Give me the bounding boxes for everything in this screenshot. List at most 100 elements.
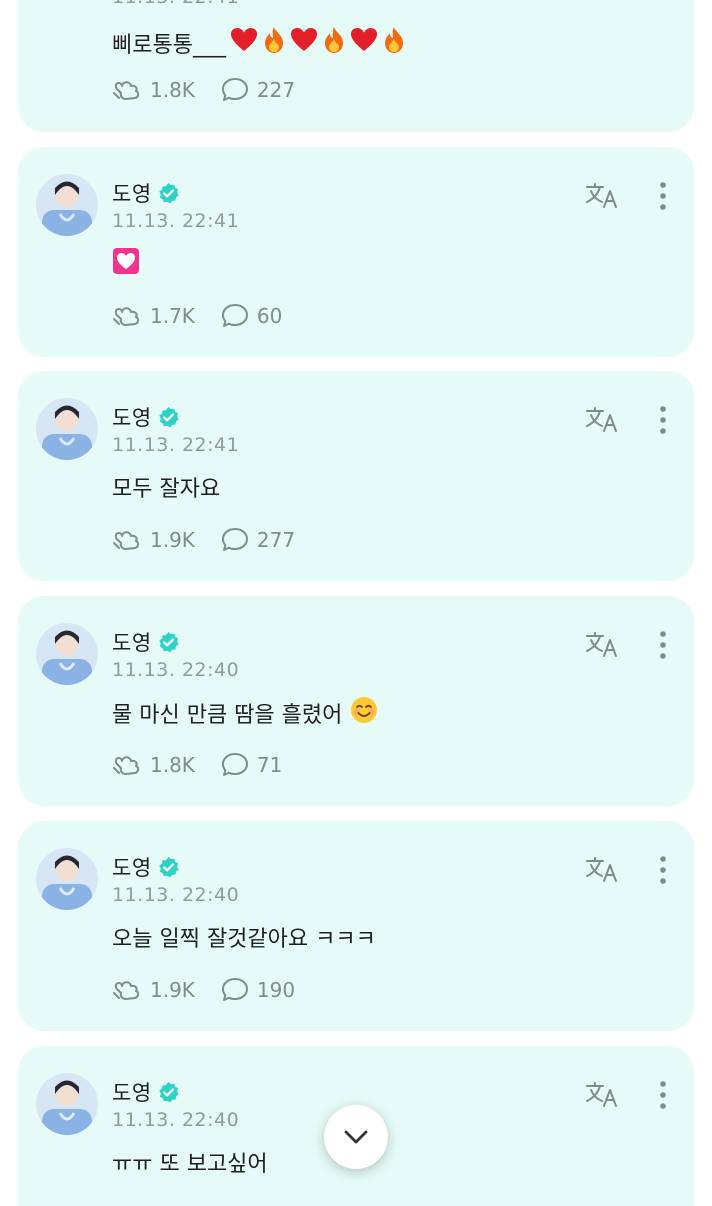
post-text: 물 마신 만큼 땀을 흘렸어: [112, 696, 378, 730]
post-text-content: 모두 잘자요: [112, 477, 221, 502]
comment-bubble-icon: [221, 978, 248, 1001]
fire-emoji: [322, 26, 346, 60]
avatar[interactable]: [36, 623, 98, 685]
post-text: 모두 잘자요: [112, 471, 220, 503]
verified-badge-icon: [158, 856, 179, 877]
more-options-button[interactable]: [652, 854, 674, 886]
translate-button[interactable]: [584, 1079, 620, 1111]
post-card[interactable]: 도영 11.13. 22:41 모두 잘자요 1.9K 277: [18, 371, 694, 581]
comment-count: 60: [256, 304, 283, 328]
comment-button[interactable]: 227: [221, 77, 295, 103]
post-card[interactable]: 도영 11.13. 22:41 1.7K 60: [18, 147, 694, 357]
like-button[interactable]: 1.7K: [112, 303, 195, 329]
post-feed: 11.13. 22:41 삐로통통___: [0, 0, 712, 1206]
translate-icon: [586, 632, 617, 657]
author-name[interactable]: 도영: [112, 402, 152, 432]
translate-icon: [586, 1082, 617, 1107]
comment-bubble-icon: [221, 753, 248, 776]
post-date: 11.13. 22:40: [112, 884, 240, 906]
post-text: [112, 247, 140, 281]
post-card[interactable]: 11.13. 22:41 삐로통통___: [18, 0, 694, 132]
comment-bubble-icon: [221, 528, 248, 551]
author-name[interactable]: 도영: [112, 627, 152, 657]
translate-icon: [586, 857, 617, 882]
post-text-content: 오늘 일찍 잘것같아요 ㅋㅋㅋ: [112, 927, 376, 952]
heart-emoji: [290, 27, 318, 59]
verified-badge-icon: [158, 631, 179, 652]
post-text: ㅠㅠ 또 보고싶어: [112, 1146, 268, 1178]
more-options-button[interactable]: [652, 629, 674, 661]
author-name[interactable]: 도영: [112, 1077, 152, 1107]
like-icon: [113, 756, 140, 775]
like-icon: [113, 81, 140, 100]
heart-emoji: [230, 27, 258, 59]
comment-count: 227: [256, 78, 296, 102]
post-stats: 1.8K 71: [112, 749, 282, 781]
like-count: 1.7K: [150, 304, 195, 328]
like-icon: [113, 981, 140, 1000]
author-row: 도영: [112, 626, 180, 658]
comment-button[interactable]: 277: [221, 527, 295, 553]
avatar[interactable]: [36, 848, 98, 910]
author-name[interactable]: 도영: [112, 852, 152, 882]
heart-emoji: [350, 27, 378, 59]
verified-badge-icon: [158, 182, 179, 203]
author-row: 도영: [112, 1076, 180, 1108]
translate-button[interactable]: [584, 180, 620, 212]
author-row: 도영: [112, 401, 180, 433]
post-date: 11.13. 22:40: [112, 659, 240, 681]
like-button[interactable]: 1.9K: [112, 977, 195, 1003]
author-row: 도영: [112, 851, 180, 883]
more-options-button[interactable]: [652, 180, 674, 212]
more-vertical-icon: [660, 406, 666, 434]
post-card[interactable]: 도영 11.13. 22:40 오늘 일찍 잘것같아요 ㅋㅋㅋ 1.9K 190: [18, 821, 694, 1031]
translate-icon: [586, 407, 617, 432]
like-count: 1.8K: [150, 753, 195, 777]
post-text: 삐로통통___: [112, 26, 406, 60]
comment-count: 190: [256, 978, 296, 1002]
chevron-down-icon: [344, 1130, 368, 1144]
comment-button[interactable]: 190: [221, 977, 295, 1003]
avatar[interactable]: [36, 174, 98, 236]
like-count: 1.8K: [150, 78, 195, 102]
comment-bubble-icon: [221, 304, 248, 327]
post-text-content: 삐로통통___: [112, 33, 226, 58]
translate-button[interactable]: [584, 854, 620, 886]
verified-badge-icon: [158, 406, 179, 427]
post-date: 11.13. 22:41: [112, 434, 240, 456]
comment-button[interactable]: 71: [221, 752, 282, 778]
post-text: 오늘 일찍 잘것같아요 ㅋㅋㅋ: [112, 921, 376, 953]
post-text-content: ㅠㅠ 또 보고싶어: [112, 1152, 268, 1177]
avatar[interactable]: [36, 398, 98, 460]
like-button[interactable]: 1.8K: [112, 77, 195, 103]
author-row: 도영: [112, 177, 180, 209]
like-count: 1.9K: [150, 978, 195, 1002]
like-button[interactable]: 1.8K: [112, 752, 195, 778]
fire-emoji: [382, 26, 406, 60]
like-button[interactable]: 1.9K: [112, 527, 195, 553]
translate-icon: [586, 183, 617, 208]
more-options-button[interactable]: [652, 1079, 674, 1111]
more-vertical-icon: [660, 856, 666, 884]
like-count: 1.9K: [150, 528, 195, 552]
like-icon: [113, 307, 140, 326]
post-text-content: 물 마신 만큼 땀을 흘렸어: [112, 703, 343, 728]
verified-badge-icon: [158, 1081, 179, 1102]
smiling-face-emoji: [350, 696, 378, 730]
translate-button[interactable]: [584, 629, 620, 661]
like-icon: [113, 531, 140, 550]
comment-count: 277: [256, 528, 296, 552]
more-options-button[interactable]: [652, 404, 674, 436]
comment-button[interactable]: 60: [221, 303, 282, 329]
comment-count: 71: [256, 753, 283, 777]
avatar[interactable]: [36, 1073, 98, 1135]
post-card[interactable]: 도영 11.13. 22:40 물 마신 만큼 땀을 흘렸어 1.8K 71: [18, 596, 694, 806]
post-stats: 1.9K 190: [112, 974, 295, 1006]
post-stats: 1.7K 60: [112, 300, 282, 332]
author-name[interactable]: 도영: [112, 178, 152, 208]
post-stats: 1.8K 227: [112, 74, 295, 106]
more-vertical-icon: [660, 182, 666, 210]
post-stats: 1.9K 277: [112, 524, 295, 556]
translate-button[interactable]: [584, 404, 620, 436]
scroll-down-button[interactable]: [324, 1105, 388, 1169]
